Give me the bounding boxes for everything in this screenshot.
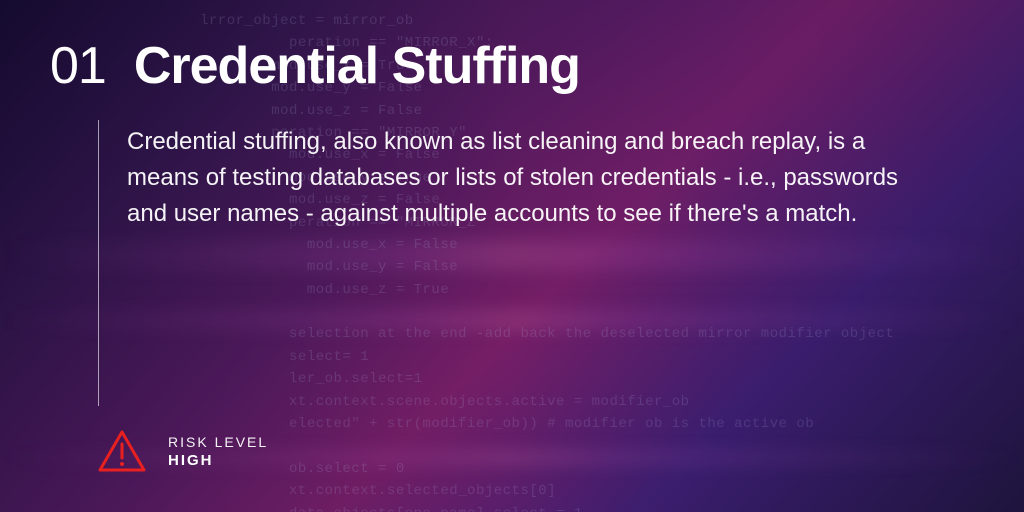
vertical-divider <box>98 120 99 406</box>
risk-label: RISK LEVEL <box>168 434 268 450</box>
card-title: Credential Stuffing <box>134 40 580 92</box>
card-number: 01 <box>50 40 106 92</box>
body-section: Credential stuffing, also known as list … <box>98 120 974 406</box>
card-description: Credential stuffing, also known as list … <box>127 120 907 406</box>
header-row: 01 Credential Stuffing <box>50 40 974 92</box>
risk-value: HIGH <box>168 452 268 469</box>
risk-text-block: RISK LEVEL HIGH <box>168 434 268 469</box>
card-content: 01 Credential Stuffing Credential stuffi… <box>0 0 1024 512</box>
warning-triangle-icon <box>98 430 146 472</box>
risk-section: RISK LEVEL HIGH <box>98 430 974 472</box>
